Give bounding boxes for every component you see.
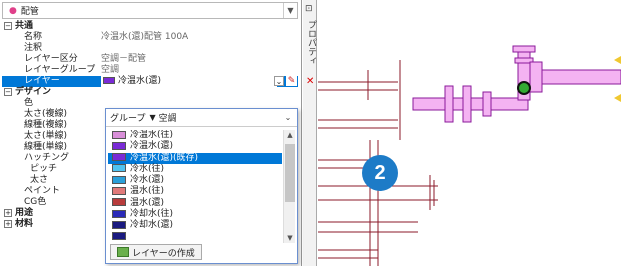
scrollbar[interactable]: ▲ ▼ [283, 130, 295, 243]
property-value[interactable]: 冷温水(還) [101, 76, 277, 87]
property-value-text: 空調 [101, 65, 120, 75]
layer-list-item[interactable]: 冷温水(還)(既存) [108, 152, 282, 164]
color-swatch [112, 141, 126, 150]
layer-list-item[interactable]: 冷温水(往) [108, 130, 282, 141]
property-label: 太さ(複線) [24, 109, 68, 119]
layer-name: 冷水(還) [130, 175, 165, 186]
chevron-down-icon[interactable]: ⌄ [274, 76, 284, 86]
layer-list-item[interactable]: 冷水(還) [108, 175, 282, 186]
property-value[interactable]: 空調 [101, 65, 119, 76]
color-swatch [112, 175, 126, 184]
section-label: 共通 [15, 21, 34, 31]
section-label: デザイン [15, 87, 52, 97]
property-label: CG色 [24, 197, 47, 207]
color-swatch [112, 232, 126, 241]
property-label: 注釈 [24, 43, 43, 53]
property-value[interactable]: 冷温水(還)配管 100A [101, 32, 188, 43]
property-row[interactable]: レイヤー区分 空調－配管 [2, 54, 298, 65]
section-label: 材料 [15, 219, 34, 229]
color-swatch [112, 130, 126, 139]
pipe-drawing [318, 45, 621, 266]
section-header[interactable]: − デザイン [2, 87, 298, 98]
layer-name: 冷温水(還) [130, 141, 174, 152]
layer-list-item[interactable]: 冷温水(還) [108, 141, 282, 152]
property-label: 太さ [30, 175, 49, 185]
create-layer-button[interactable]: レイヤーの作成 [110, 244, 202, 260]
scroll-up-icon[interactable]: ▲ [284, 131, 296, 139]
property-row[interactable]: レイヤーグループ 空調 [2, 65, 298, 76]
color-swatch [112, 198, 126, 207]
layer-icon [117, 247, 129, 257]
object-type-selector[interactable]: ● 配管 ▼ [2, 2, 298, 19]
drawing-canvas[interactable] [318, 0, 621, 266]
close-icon[interactable]: ✕ [306, 76, 314, 87]
layer-list-item[interactable]: 冷却水(往) [108, 209, 282, 220]
color-swatch [112, 220, 126, 229]
layer-name: 冷温水(還)(既存) [130, 152, 199, 163]
pencil-icon[interactable]: ✎ [286, 76, 297, 86]
object-type-label: 配管 [20, 7, 39, 17]
color-swatch [103, 77, 115, 84]
layer-name: 冷水(往) [130, 163, 165, 174]
property-label: レイヤー区分 [24, 54, 78, 64]
chevron-down-icon[interactable]: ▼ [283, 3, 297, 18]
pin-icon[interactable]: ⊡ [305, 4, 313, 14]
property-label: レイヤーグループ [24, 65, 96, 75]
layer-list: 冷温水(往) 冷温水(還) 冷温水(還)(既存) 冷水(往) 冷水(還) 温水(往) 温水(… [108, 130, 282, 243]
color-swatch [112, 153, 126, 162]
property-label: ペイント [24, 186, 61, 196]
expand-icon[interactable]: + [4, 219, 12, 228]
group-filter-label: グループ [110, 114, 146, 124]
layer-name: 冷温水(往) [130, 130, 174, 140]
property-label: 線種(複線) [24, 120, 68, 130]
layer-list-item[interactable]: 冷却水(還) [108, 220, 282, 231]
layer-name: 冷却水(往) [130, 209, 174, 220]
property-label: ハッチング [24, 153, 70, 163]
property-label: ピッチ [30, 164, 58, 174]
property-value-text: 冷温水(還)配管 100A [101, 32, 189, 42]
property-label: 名称 [24, 32, 43, 42]
caret-down-icon: ▼ [149, 113, 156, 122]
expand-icon[interactable]: + [4, 208, 12, 217]
step-badge: 2 [362, 155, 398, 191]
color-swatch [112, 186, 126, 195]
layer-name: 冷却水(還) [130, 220, 174, 231]
property-row[interactable]: 注釈 [2, 43, 298, 54]
group-filter-value[interactable]: ▼ 空調 [149, 111, 176, 124]
create-layer-label: レイヤーの作成 [132, 248, 195, 259]
property-value-text: 空調－配管 [101, 54, 147, 64]
layer-list-item[interactable]: 冷水(往) [108, 164, 282, 175]
property-label: 色 [24, 98, 34, 108]
properties-side-tab: ⊡ プロパティ ✕ [303, 0, 317, 266]
property-label: 線種(単線) [24, 142, 68, 152]
scroll-down-icon[interactable]: ▼ [284, 234, 296, 242]
color-swatch [112, 164, 126, 173]
section-label: 用途 [15, 208, 34, 218]
group-filter[interactable]: グループ ▼ 空調 ⌄ [106, 109, 297, 127]
layer-dropdown-popup: グループ ▼ 空調 ⌄ 冷温水(往) 冷温水(還) 冷温水(還)(既存) 冷水(往) 冷… [105, 108, 298, 264]
scroll-thumb[interactable] [285, 144, 295, 202]
property-value[interactable]: 空調－配管 [101, 54, 146, 65]
layer-list-item[interactable]: 温水(還) [108, 198, 282, 209]
chevron-down-icon[interactable]: ⌄ [282, 112, 294, 124]
layer-name: 温水(還) [130, 197, 165, 208]
property-row[interactable]: レイヤー 冷温水(還) ⌄ ✎ [2, 76, 298, 87]
property-label: 太さ(単線) [24, 131, 68, 141]
property-label: レイヤー [24, 76, 60, 86]
section-header[interactable]: − 共通 [2, 21, 298, 32]
layer-name: 温水(往) [130, 186, 165, 197]
layer-list-item[interactable]: 温水(往) [108, 186, 282, 197]
layer-list-item[interactable] [108, 232, 282, 243]
property-value-text: 冷温水(還) [118, 76, 162, 86]
side-tab-label[interactable]: プロパティ [305, 20, 318, 65]
property-row[interactable]: 名称 冷温水(還)配管 100A [2, 32, 298, 43]
collapse-icon[interactable]: − [4, 87, 12, 96]
collapse-icon[interactable]: − [4, 21, 12, 30]
color-swatch [112, 209, 126, 218]
bullet-icon: ● [9, 5, 17, 16]
